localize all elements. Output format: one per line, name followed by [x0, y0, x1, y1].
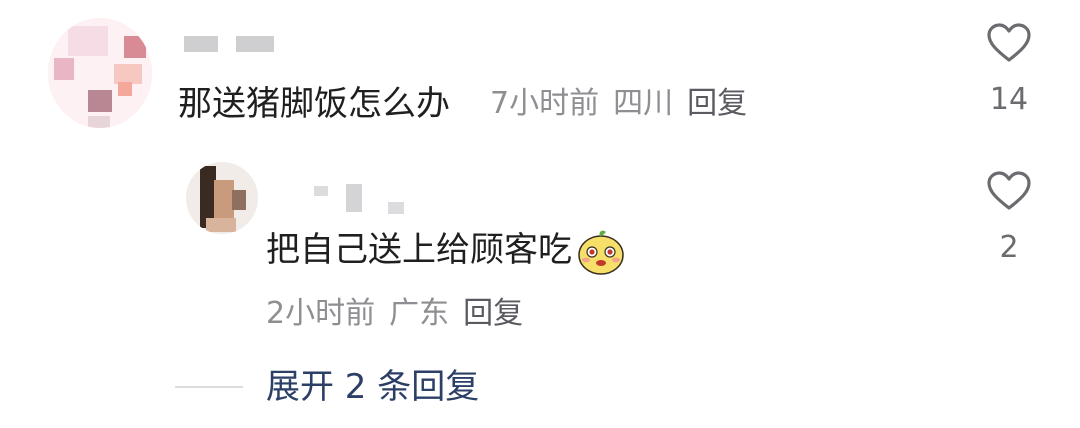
- reply-button[interactable]: 回复: [687, 86, 747, 121]
- reply-meta: 2小时前 广东 回复: [266, 290, 537, 338]
- commenter-avatar[interactable]: [186, 162, 258, 234]
- like-count: 14: [989, 82, 1029, 117]
- heart-icon[interactable]: [986, 22, 1032, 64]
- reply-text-content: 把自己送上给顾客吃: [266, 230, 572, 270]
- reply-time: 2小时前: [266, 296, 376, 331]
- reply-button[interactable]: 回复: [463, 296, 523, 331]
- username-redacted[interactable]: [184, 36, 218, 52]
- divider: [175, 386, 243, 388]
- expand-replies-button[interactable]: 展开 2 条回复: [266, 362, 479, 412]
- comment-location: 四川: [613, 86, 674, 121]
- username-redacted[interactable]: [388, 202, 404, 214]
- comment-time: 7小时前: [490, 86, 600, 121]
- commenter-avatar[interactable]: [48, 18, 152, 128]
- comment-meta: 7小时前 四川 回复: [490, 80, 761, 128]
- like-count: 2: [999, 230, 1019, 265]
- username-redacted[interactable]: [346, 184, 362, 212]
- reply-text: 把自己送上给顾客吃: [266, 226, 626, 276]
- cute-face-emoji-icon: [578, 230, 624, 275]
- comment-text: 那送猪脚饭怎么办: [178, 84, 450, 124]
- heart-icon[interactable]: [986, 170, 1032, 212]
- username-redacted[interactable]: [314, 186, 328, 196]
- reply-location: 广东: [389, 296, 450, 331]
- username-redacted[interactable]: [236, 36, 274, 52]
